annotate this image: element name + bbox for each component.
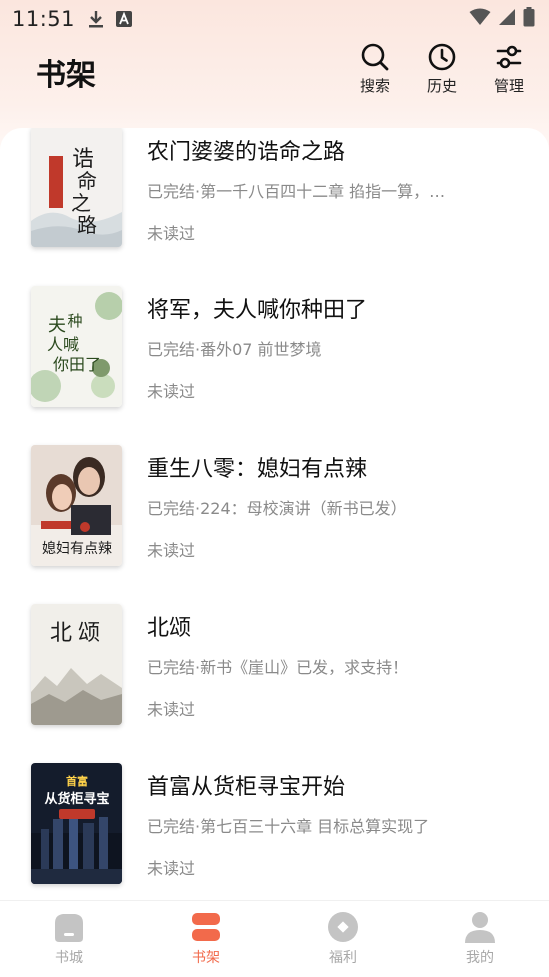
svg-text:从货柜寻宝: 从货柜寻宝 [44, 791, 109, 807]
bottom-nav: 书城 书架 福利 我的 [0, 900, 549, 977]
book-cover: 首富 从货柜寻宝 [31, 763, 122, 884]
search-icon [361, 43, 389, 71]
signal-icon [498, 8, 516, 30]
nav-tab-bookshelf[interactable]: 书架 [166, 911, 246, 971]
clock-icon [428, 43, 456, 71]
nav-tab-welfare[interactable]: 福利 [303, 911, 383, 971]
nav-label-bookshelf: 书架 [192, 950, 220, 966]
svg-text:媳妇有点辣: 媳妇有点辣 [42, 540, 112, 557]
book-item[interactable]: 媳妇有点辣 重生八零：媳妇有点辣 已完结·224：母校演讲（新书已发） 未读过 [0, 437, 549, 587]
book-title: 首富从货柜寻宝开始 [147, 775, 346, 800]
book-title: 农门婆婆的诰命之路 [147, 140, 346, 165]
search-button[interactable]: 搜索 [344, 42, 406, 104]
book-status: 已完结·第七百三十六章 目标总算实现了 [147, 817, 430, 836]
nav-tab-profile[interactable]: 我的 [440, 911, 520, 971]
book-status: 已完结·第一千八百四十二章 掐指一算，… [147, 182, 446, 201]
store-icon [55, 914, 83, 942]
read-state: 未读过 [147, 382, 196, 401]
bookshelf-icon [192, 913, 220, 941]
svg-text:北: 北 [50, 621, 72, 646]
book-cover: 夫 种 人喊 你田了 [31, 286, 122, 407]
svg-text:人喊: 人喊 [47, 335, 79, 354]
manage-label: 管理 [493, 77, 524, 95]
svg-text:夫: 夫 [48, 315, 66, 336]
book-cover: 北 颂 [31, 604, 122, 725]
svg-text:之: 之 [71, 191, 91, 215]
svg-text:种: 种 [67, 312, 82, 330]
history-button[interactable]: 历史 [411, 42, 473, 104]
sliders-icon [496, 45, 522, 69]
history-label: 历史 [426, 77, 457, 95]
svg-text:颂: 颂 [78, 621, 100, 646]
status-bar: 11:51 [0, 0, 549, 38]
svg-text:命: 命 [77, 169, 97, 193]
nav-label-welfare: 福利 [329, 950, 357, 966]
read-state: 未读过 [147, 224, 196, 243]
gift-icon [328, 912, 358, 942]
book-cover: 诰 命 之 路 [31, 128, 122, 247]
nav-label-store: 书城 [55, 950, 83, 966]
book-title: 北颂 [147, 616, 192, 641]
read-state: 未读过 [147, 859, 196, 878]
svg-text:你田了: 你田了 [53, 355, 101, 374]
font-icon [115, 10, 133, 28]
svg-text:首富: 首富 [66, 774, 88, 788]
book-status: 已完结·224：母校演讲（新书已发） [147, 499, 407, 518]
book-title: 将军，夫人喊你种田了 [147, 298, 368, 323]
book-item[interactable]: 首富 从货柜寻宝 首富从货柜寻宝开始 已完结·第七百三十六章 目标总算实现了 未… [0, 755, 549, 900]
book-item[interactable]: 北 颂 北颂 已完结·新书《崖山》已发，求支持！ 未读过 [0, 596, 549, 746]
nav-tab-store[interactable]: 书城 [29, 911, 109, 971]
book-cover: 媳妇有点辣 [31, 445, 122, 566]
wifi-icon [469, 8, 491, 30]
status-time: 11:51 [12, 7, 76, 31]
download-icon [87, 9, 105, 29]
page-title: 书架 [36, 58, 96, 93]
book-title: 重生八零：媳妇有点辣 [147, 457, 368, 482]
book-status: 已完结·新书《崖山》已发，求支持！ [147, 658, 409, 677]
nav-label-profile: 我的 [466, 950, 494, 966]
manage-button[interactable]: 管理 [478, 42, 540, 104]
read-state: 未读过 [147, 700, 196, 719]
svg-text:路: 路 [77, 213, 97, 237]
battery-icon [523, 7, 535, 31]
read-state: 未读过 [147, 541, 196, 560]
book-item[interactable]: 夫 种 人喊 你田了 将军，夫人喊你种田了 已完结·番外07 前世梦境 未读过 [0, 278, 549, 428]
book-status: 已完结·番外07 前世梦境 [147, 340, 322, 359]
bookshelf-list: 诰 命 之 路 农门婆婆的诰命之路 已完结·第一千八百四十二章 掐指一算，… 未… [0, 128, 549, 900]
user-icon [465, 912, 495, 943]
app-header: 书架 搜索 历史 管理 [0, 38, 549, 124]
book-item[interactable]: 诰 命 之 路 农门婆婆的诰命之路 已完结·第一千八百四十二章 掐指一算，… 未… [0, 128, 549, 270]
search-label: 搜索 [359, 77, 390, 95]
